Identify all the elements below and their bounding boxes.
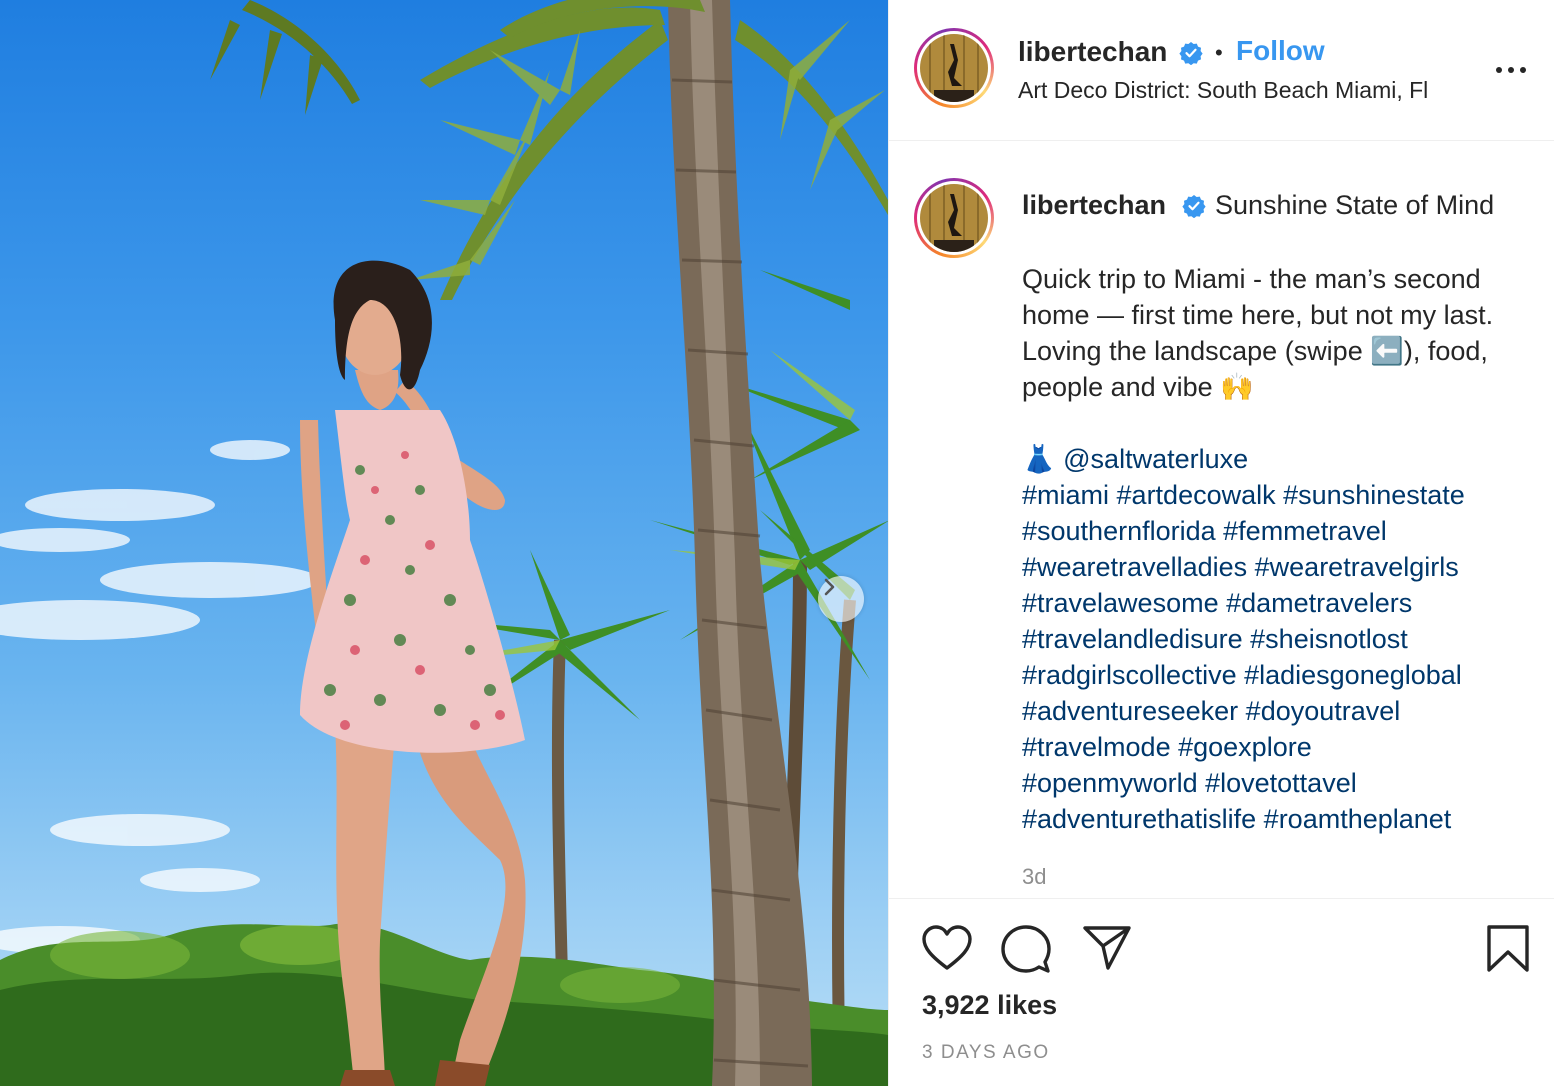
post-detail-panel: libertechan • Follow Art Deco District: … <box>888 0 1554 1086</box>
post-photo[interactable] <box>0 0 888 1086</box>
caption-body: Quick trip to Miami - the man’s second h… <box>1022 261 1542 405</box>
hashtag-link[interactable]: #lovetottavel <box>1205 768 1357 798</box>
hashtag-link[interactable]: #doyoutravel <box>1246 696 1401 726</box>
hashtag-link[interactable]: #travelmode <box>1022 732 1171 762</box>
hashtag-list: #miami #artdecowalk #sunshinestate #south… <box>1022 477 1542 837</box>
bookmark-icon[interactable] <box>1486 924 1530 974</box>
hashtag-link[interactable]: #ladiesgoneglobal <box>1244 660 1462 690</box>
clouds <box>0 440 320 954</box>
main-palm <box>668 0 812 1086</box>
palm-fronds <box>210 0 888 300</box>
post-header: libertechan • Follow Art Deco District: … <box>889 0 1554 141</box>
heart-icon[interactable] <box>921 924 973 972</box>
next-photo-button[interactable] <box>818 576 864 622</box>
hashtag-link[interactable]: #dametravelers <box>1226 588 1412 618</box>
post-time-ago: 3 DAYS AGO <box>922 1042 1050 1063</box>
separator-dot: • <box>1215 40 1223 65</box>
caption-avatar[interactable] <box>914 178 994 258</box>
caption-line: Loving the landscape (swipe ⬅️), food, <box>1022 336 1488 366</box>
chevron-right-icon <box>824 578 835 596</box>
hashtag-line: #wearetravelladies #wearetravelgirls <box>1022 549 1542 585</box>
caption-timestamp: 3d <box>1022 864 1047 889</box>
caption-line: people and vibe 🙌 <box>1022 372 1254 402</box>
hashtag-line: #openmyworld #lovetottavel <box>1022 765 1542 801</box>
more-options-icon[interactable] <box>1489 58 1533 82</box>
caption-username[interactable]: libertechan <box>1022 190 1166 221</box>
avatar-image <box>920 184 988 252</box>
avatar[interactable] <box>914 28 994 108</box>
hashtag-line: #radgirlscollective #ladiesgoneglobal <box>1022 657 1542 693</box>
hashtag-link[interactable]: #sunshinestate <box>1283 480 1465 510</box>
hashtag-link[interactable]: #travelandledisure <box>1022 624 1243 654</box>
hashtag-line: #travelmode #goexplore <box>1022 729 1542 765</box>
hashtag-link[interactable]: #adventurethatislife <box>1022 804 1256 834</box>
verified-badge-icon <box>1182 195 1206 218</box>
beach-palm-photo <box>0 0 888 1086</box>
hashtag-line: #southernflorida #femmetravel <box>1022 513 1542 549</box>
verified-badge-icon <box>1179 42 1203 65</box>
hashtag-link[interactable]: #sheisnotlost <box>1250 624 1408 654</box>
hashtag-link[interactable]: #openmyworld <box>1022 768 1198 798</box>
likes-count[interactable]: 3,922 likes <box>922 990 1057 1021</box>
hashtag-line: #miami #artdecowalk #sunshinestate <box>1022 477 1542 513</box>
dress-emoji: 👗 <box>1022 444 1056 474</box>
hashtag-link[interactable]: #wearetravelgirls <box>1255 552 1459 582</box>
comment-bubble-icon[interactable] <box>1001 924 1051 974</box>
hashtag-link[interactable]: #adventureseeker <box>1022 696 1238 726</box>
hashtag-link[interactable]: #travelawesome <box>1022 588 1219 618</box>
caption-line: home — first time here, but not my last. <box>1022 300 1494 330</box>
hashtag-link[interactable]: #miami <box>1022 480 1109 510</box>
caption-line: Quick trip to Miami - the man’s second <box>1022 264 1481 294</box>
caption-title: Sunshine State of Mind <box>1215 190 1495 220</box>
hashtag-link[interactable]: #goexplore <box>1178 732 1312 762</box>
hashtag-link[interactable]: #artdecowalk <box>1117 480 1276 510</box>
hashtag-link[interactable]: #wearetravelladies <box>1022 552 1247 582</box>
location-link[interactable]: Art Deco District: South Beach Miami, Fl <box>1018 77 1428 104</box>
avatar-image <box>920 34 988 102</box>
hashtag-line: #adventureseeker #doyoutravel <box>1022 693 1542 729</box>
follow-button[interactable]: Follow <box>1236 35 1325 67</box>
hashtag-link[interactable]: #femmetravel <box>1223 516 1387 546</box>
hashtag-link[interactable]: #southernflorida <box>1022 516 1216 546</box>
post-username[interactable]: libertechan <box>1018 36 1167 68</box>
hashtag-link[interactable]: #roamtheplanet <box>1264 804 1452 834</box>
paper-plane-icon[interactable] <box>1082 924 1132 972</box>
hashtag-link[interactable]: #radgirlscollective <box>1022 660 1237 690</box>
hashtag-line: #travelawesome #dametravelers <box>1022 585 1542 621</box>
mention-link[interactable]: @saltwaterluxe <box>1063 444 1248 474</box>
hashtag-line: #adventurethatislife #roamtheplanet <box>1022 801 1542 837</box>
mention-line: 👗 @saltwaterluxe <box>1022 441 1248 477</box>
hashtag-line: #travelandledisure #sheisnotlost <box>1022 621 1542 657</box>
